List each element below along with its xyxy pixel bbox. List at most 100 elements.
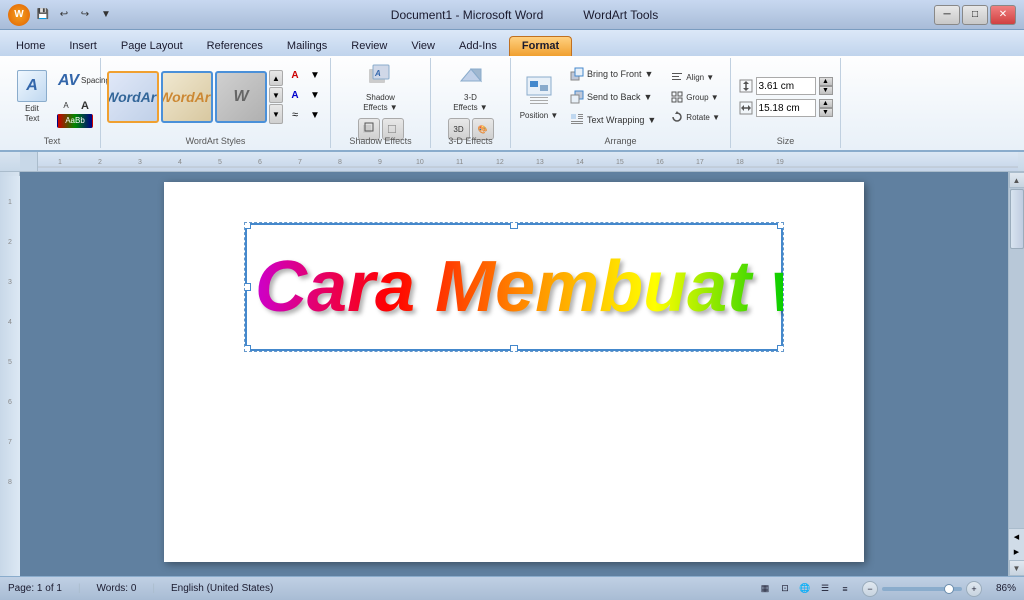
handle-middle-left[interactable] bbox=[244, 283, 251, 291]
handle-bottom-right[interactable] bbox=[777, 345, 784, 352]
tab-format[interactable]: Format bbox=[509, 36, 572, 56]
tab-home[interactable]: Home bbox=[4, 37, 57, 56]
handle-bottom-left[interactable] bbox=[244, 345, 251, 352]
fill-color-dropdown[interactable]: ▼ bbox=[306, 66, 324, 84]
svg-text:☐: ☐ bbox=[387, 124, 397, 136]
align-btn[interactable]: Align ▼ bbox=[667, 68, 724, 87]
scroll-thumb[interactable] bbox=[1010, 189, 1024, 249]
outline-color-dropdown[interactable]: ▼ bbox=[306, 86, 324, 104]
zoom-out-btn[interactable]: − bbox=[862, 581, 878, 597]
close-btn[interactable]: ✕ bbox=[990, 5, 1016, 25]
svg-text:7: 7 bbox=[298, 159, 302, 166]
zoom-slider-thumb bbox=[944, 584, 954, 594]
edit-text-button[interactable]: A EditText bbox=[10, 69, 54, 125]
handle-top-right[interactable] bbox=[777, 222, 784, 229]
shadow-effects-button[interactable]: A ShadowEffects ▼ bbox=[355, 60, 407, 116]
wordart-gallery-scroll: ▲ ▼ ▼ bbox=[269, 70, 283, 124]
window-title: Document1 - Microsoft Word WordArt Tools bbox=[115, 8, 934, 22]
fill-color-btn[interactable]: A bbox=[286, 66, 304, 84]
outline-btn[interactable]: ☰ bbox=[816, 580, 834, 598]
position-button[interactable]: Position ▼ bbox=[517, 69, 561, 125]
font-size-increase[interactable]: A bbox=[76, 99, 94, 113]
web-layout-btn[interactable]: 🌐 bbox=[796, 580, 814, 598]
arrange-buttons: Bring to Front ▼ Send to Back ▼ Text Wra… bbox=[565, 63, 661, 131]
width-down[interactable]: ▼ bbox=[819, 108, 833, 117]
tab-references[interactable]: References bbox=[195, 37, 275, 56]
zoom-slider[interactable] bbox=[882, 587, 962, 591]
group-btn[interactable]: Group ▼ bbox=[667, 88, 724, 107]
wordart-object[interactable]: Cara Membuat word art bbox=[244, 222, 784, 352]
doc-scroll-area[interactable]: Cara Membuat word art bbox=[20, 172, 1008, 576]
tab-add-ins[interactable]: Add-Ins bbox=[447, 37, 509, 56]
svg-text:12: 12 bbox=[496, 159, 504, 166]
wordart-style-2[interactable]: WordArt bbox=[161, 71, 213, 123]
svg-text:4: 4 bbox=[8, 319, 12, 326]
height-icon bbox=[739, 79, 753, 93]
height-up[interactable]: ▲ bbox=[819, 77, 833, 86]
rotate-btn[interactable]: Rotate ▼ bbox=[667, 108, 724, 127]
text-wrapping-btn[interactable]: Text Wrapping ▼ bbox=[565, 109, 661, 131]
outline-color-btn[interactable]: A bbox=[286, 86, 304, 104]
wordart-styles-label: WordArt Styles bbox=[101, 136, 330, 146]
width-spinner: ▲ ▼ bbox=[819, 99, 833, 117]
next-page-btn[interactable]: ▶ bbox=[1014, 548, 1019, 556]
text-format-btn[interactable]: AaBb bbox=[57, 114, 93, 128]
height-input[interactable] bbox=[756, 77, 816, 95]
handle-bottom-center[interactable] bbox=[510, 345, 518, 352]
scroll-up-btn[interactable]: ▲ bbox=[1009, 172, 1024, 188]
wordart-scroll-up[interactable]: ▲ bbox=[269, 70, 283, 86]
ribbon-group-3d-effects: 3-DEffects ▼ 3D 🎨 3-D Effects bbox=[431, 58, 511, 148]
svg-text:A: A bbox=[374, 69, 381, 78]
scroll-down-btn[interactable]: ▼ bbox=[1009, 560, 1024, 576]
quick-access: 💾 ↩ ↪ ▼ bbox=[34, 6, 115, 24]
font-size-decrease[interactable]: A bbox=[57, 99, 75, 113]
save-btn[interactable]: 💾 bbox=[34, 6, 52, 24]
width-row: ▲ ▼ bbox=[739, 99, 833, 117]
svg-text:13: 13 bbox=[536, 159, 544, 166]
undo-btn[interactable]: ↩ bbox=[55, 6, 73, 24]
svg-text:11: 11 bbox=[456, 159, 463, 166]
redo-btn[interactable]: ↪ bbox=[76, 6, 94, 24]
width-input[interactable] bbox=[756, 99, 816, 117]
page-info: Page: 1 of 1 bbox=[8, 583, 62, 594]
tab-review[interactable]: Review bbox=[339, 37, 399, 56]
handle-top-left[interactable] bbox=[244, 222, 251, 229]
tab-insert[interactable]: Insert bbox=[57, 37, 109, 56]
full-screen-btn[interactable]: ⊡ bbox=[776, 580, 794, 598]
prev-page-btn[interactable]: ◀ bbox=[1014, 533, 1019, 541]
svg-text:2: 2 bbox=[98, 159, 102, 166]
handle-top-center[interactable] bbox=[510, 222, 518, 229]
wordart-text: Cara Membuat word art bbox=[255, 251, 784, 323]
3d-effects-button[interactable]: 3-DEffects ▼ bbox=[445, 60, 497, 116]
wordart-style-3[interactable]: W bbox=[215, 71, 267, 123]
wordart-scroll-expand[interactable]: ▼ bbox=[269, 104, 283, 124]
tab-page-layout[interactable]: Page Layout bbox=[109, 37, 195, 56]
tab-view[interactable]: View bbox=[399, 37, 447, 56]
3d-effects-label: 3-D Effects bbox=[431, 136, 510, 146]
scroll-track[interactable] bbox=[1009, 188, 1024, 528]
office-logo[interactable]: W bbox=[8, 4, 30, 26]
wordart-scroll-down[interactable]: ▼ bbox=[269, 87, 283, 103]
effects-dropdown[interactable]: ▼ bbox=[306, 106, 324, 124]
svg-text:5: 5 bbox=[8, 359, 12, 366]
send-to-back-btn[interactable]: Send to Back ▼ bbox=[565, 86, 661, 108]
spacing-button[interactable]: AV Spacing bbox=[57, 67, 93, 95]
draft-btn[interactable]: ≡ bbox=[836, 580, 854, 598]
maximize-btn[interactable]: □ bbox=[962, 5, 988, 25]
zoom-in-btn[interactable]: + bbox=[966, 581, 982, 597]
svg-text:17: 17 bbox=[696, 159, 704, 166]
horizontal-ruler: 1 2 3 4 5 6 7 8 9 10 11 12 13 14 15 16 1… bbox=[38, 152, 1024, 171]
width-up[interactable]: ▲ bbox=[819, 99, 833, 108]
customize-btn[interactable]: ▼ bbox=[97, 6, 115, 24]
word-count: Words: 0 bbox=[97, 583, 137, 594]
print-layout-btn[interactable]: ▦ bbox=[756, 580, 774, 598]
effects-btn[interactable]: ≈ bbox=[286, 106, 304, 124]
bring-to-front-btn[interactable]: Bring to Front ▼ bbox=[565, 63, 661, 85]
wordart-style-1[interactable]: WordArt bbox=[107, 71, 159, 123]
wordart-styles-content: WordArt WordArt W ▲ ▼ ▼ A ▼ bbox=[107, 60, 324, 146]
size-label: Size bbox=[731, 136, 840, 146]
height-down[interactable]: ▼ bbox=[819, 86, 833, 95]
tab-mailings[interactable]: Mailings bbox=[275, 37, 339, 56]
svg-text:1: 1 bbox=[58, 159, 62, 166]
minimize-btn[interactable]: ─ bbox=[934, 5, 960, 25]
